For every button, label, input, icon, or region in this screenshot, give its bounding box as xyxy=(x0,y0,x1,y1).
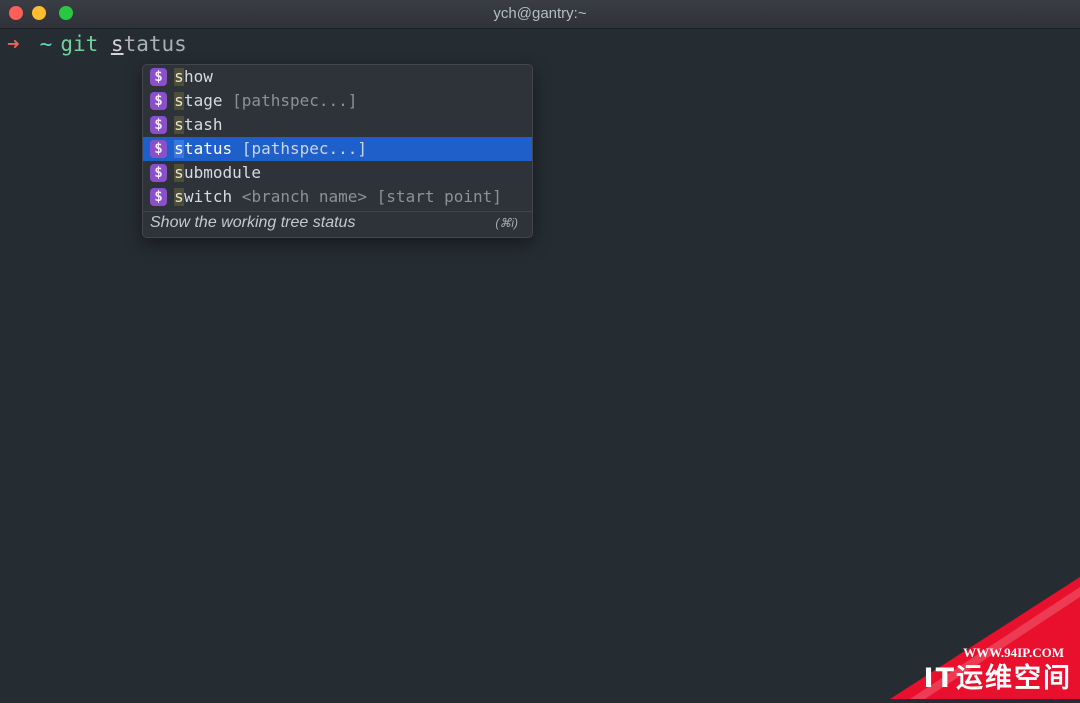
title-bar: ych@gantry:~ xyxy=(0,0,1080,29)
prompt-cwd: ~ xyxy=(39,32,53,56)
dollar-icon: $ xyxy=(150,92,167,110)
window-title: ych@gantry:~ xyxy=(493,5,587,22)
completion-item[interactable]: $ s tage [pathspec...] xyxy=(143,89,532,113)
completion-item[interactable]: $ s witch <branch name> [start point] xyxy=(143,185,532,209)
completion-label: witch <branch name> [start point] xyxy=(184,187,502,206)
match-highlight: s xyxy=(174,139,184,158)
completion-label: tatus [pathspec...] xyxy=(184,139,368,158)
completion-label: tage [pathspec...] xyxy=(184,91,358,110)
dollar-icon: $ xyxy=(150,68,167,86)
command-line[interactable]: ➜ ~ git status xyxy=(7,31,187,57)
suggested-text: tatus xyxy=(123,32,187,56)
completion-label: tash xyxy=(184,115,223,134)
dollar-icon: $ xyxy=(150,140,167,158)
cursor-char: s xyxy=(110,32,124,56)
command-name: git xyxy=(60,32,99,56)
footer-divider xyxy=(143,211,532,212)
completion-item-selected[interactable]: $ s tatus [pathspec...] xyxy=(143,137,532,161)
match-highlight: s xyxy=(174,67,184,86)
completion-label: ubmodule xyxy=(184,163,262,182)
completion-label: how xyxy=(184,67,213,86)
autocomplete-popup: $ s how $ s tage [pathspec...] $ s tash … xyxy=(142,64,533,238)
match-highlight: s xyxy=(174,163,184,182)
dollar-icon: $ xyxy=(150,188,167,206)
completion-item[interactable]: $ s how xyxy=(143,65,532,89)
match-highlight: s xyxy=(174,115,184,134)
dollar-icon: $ xyxy=(150,164,167,182)
match-highlight: s xyxy=(174,91,184,110)
completion-item[interactable]: $ s ubmodule xyxy=(143,161,532,185)
completion-description: Show the working tree status xyxy=(150,214,356,231)
completion-item[interactable]: $ s tash xyxy=(143,113,532,137)
watermark: WWW.94IP.COM IT运维空间 xyxy=(830,577,1080,699)
prompt-arrow-icon: ➜ xyxy=(7,32,20,56)
match-highlight: s xyxy=(174,187,184,206)
watermark-brand: IT运维空间 xyxy=(923,663,1072,694)
dollar-icon: $ xyxy=(150,116,167,134)
shortcut-hint: (⌘i) xyxy=(495,216,518,230)
